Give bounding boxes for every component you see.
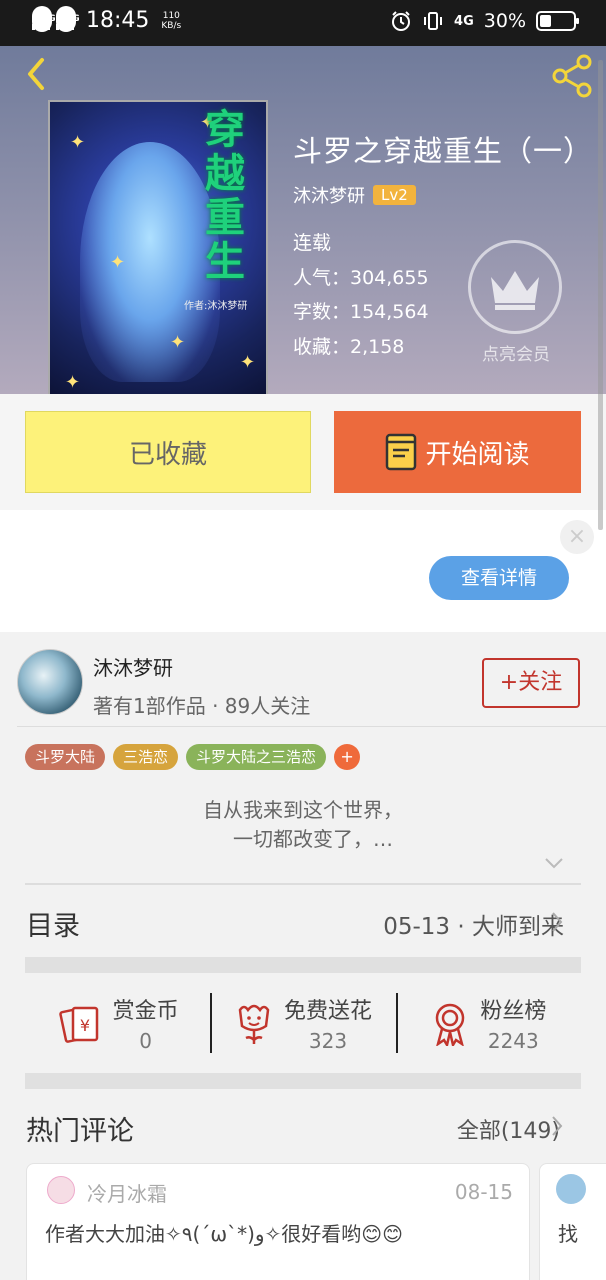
comment-date: 08-15 (454, 1180, 513, 1204)
add-tag-button[interactable]: + (334, 744, 361, 770)
battery-percent: 30% (483, 10, 526, 32)
commenter-avatar[interactable] (556, 1174, 586, 1204)
book-meta: 连载 人气：304,655 字数：154,564 收藏：2,158 (293, 226, 429, 364)
view-details-button[interactable]: 查看详情 (429, 556, 569, 600)
ad-banner: × 查看详情 (0, 510, 606, 632)
fan-ranking-stat[interactable]: 粉丝榜 2243 (395, 973, 581, 1073)
author-avatar[interactable] (17, 649, 83, 715)
start-reading-button[interactable]: 开始阅读 (334, 411, 581, 493)
share-icon[interactable] (548, 52, 596, 100)
alarm-icon (392, 11, 411, 31)
status-bar: 4GHD 2G 18:45 110 KB/s 4G 30% (0, 0, 606, 46)
comment-card[interactable]: 冷月冰霜 08-15 作者大大加油✧٩(ˊωˋ*)و✧很好看哟😊😊 (26, 1163, 530, 1280)
vip-label: 点亮会员 (482, 345, 550, 365)
start-reading-label: 开始阅读 (425, 439, 530, 470)
toc-title: 目录 (26, 911, 80, 942)
section-separator (25, 1073, 581, 1089)
vip-button[interactable]: 点亮会员 (468, 240, 564, 365)
speed-value: 110 (162, 10, 180, 21)
chevron-right-icon (552, 912, 563, 932)
favorites-count: 收藏：2,158 (293, 335, 405, 358)
medal-icon (436, 1003, 465, 1046)
author-section-name[interactable]: 沐沐梦研 (93, 652, 173, 681)
tag-item[interactable]: 斗罗大陆 (25, 744, 106, 770)
author-section: 沐沐梦研 著有1部作品 · 89人关注 +关注 斗罗大陆 三浩恋 斗罗大陆之三浩… (0, 632, 606, 887)
free-flowers-stat[interactable]: 免费送花 323 (210, 973, 395, 1073)
speed-unit: KB/s (161, 20, 182, 31)
description-line: 一切都改变了，… (233, 827, 393, 851)
stat-value: 323 (308, 1029, 348, 1053)
divider (17, 726, 606, 727)
book-icon (386, 433, 417, 471)
author-name[interactable]: 沐沐梦研 (293, 182, 365, 208)
red-envelope-icon: ¥ (58, 1006, 98, 1043)
author-info: 著有1部作品 · 89人关注 (93, 694, 311, 718)
follow-button[interactable]: +关注 (482, 658, 580, 708)
network-speed: 110 KB/s (161, 11, 181, 31)
comment-text: 找 (558, 1222, 578, 1246)
book-description[interactable]: 自从我来到这个世界， 一切都改变了，… (0, 796, 606, 854)
cover-title: 穿越重生 (198, 108, 244, 284)
comment-card[interactable]: 找 (539, 1163, 606, 1280)
reward-coins-stat[interactable]: ¥ 赏金币 0 (25, 973, 210, 1073)
stats-bar: ¥ 赏金币 0 免费送花 323 粉丝榜 2243 (25, 973, 581, 1073)
serial-status: 连载 (293, 232, 332, 254)
network-type-label: 4GHD (32, 5, 71, 32)
popularity: 人气：304,655 (293, 266, 429, 289)
word-count: 字数：154,564 (293, 301, 429, 323)
level-badge: Lv2 (373, 185, 416, 205)
comment-text: 作者大大加油✧٩(ˊωˋ*)و✧很好看哟😊😊 (45, 1222, 404, 1246)
commenter-name[interactable]: 冷月冰霜 (87, 1178, 167, 1207)
commenter-avatar[interactable] (47, 1176, 75, 1204)
book-header: ✦ ✦ ✦ ✦ ✦ ✦ 穿越重生 作者:沐沐梦研 斗罗之穿越重生（一） 沐沐梦研… (0, 46, 606, 394)
stat-label: 赏金币 (112, 999, 179, 1024)
stat-label: 免费送花 (283, 999, 372, 1024)
book-cover-image[interactable]: ✦ ✦ ✦ ✦ ✦ ✦ 穿越重生 作者:沐沐梦研 (48, 100, 268, 394)
close-ad-icon[interactable]: × (560, 520, 594, 554)
action-bar: 已收藏 开始阅读 (0, 394, 606, 510)
chevron-right-icon[interactable] (550, 1115, 564, 1137)
network-4g-label: 4G (454, 13, 474, 29)
stat-label: 粉丝榜 (480, 999, 547, 1024)
stat-value: 0 (139, 1029, 153, 1053)
stat-value: 2243 (487, 1029, 539, 1053)
network-type-label-2: 2G (56, 5, 80, 32)
tag-item[interactable]: 三浩恋 (113, 744, 179, 770)
description-line: 自从我来到这个世界， (203, 798, 403, 822)
book-title: 斗罗之穿越重生（一） (293, 134, 594, 168)
hot-comments-section: 热门评论 全部(149) 冷月冰霜 08-15 作者大大加油✧٩(ˊωˋ*)و✧… (0, 1089, 606, 1280)
tag-list: 斗罗大陆 三浩恋 斗罗大陆之三浩恋 + (25, 744, 361, 770)
all-comments-link[interactable]: 全部(149) (457, 1113, 560, 1145)
back-arrow-icon[interactable] (18, 54, 58, 94)
flower-icon (238, 1004, 270, 1044)
signal-icon: 4GHD (32, 5, 71, 32)
scrollbar[interactable] (598, 60, 603, 530)
cover-author: 作者:沐沐梦研 (184, 301, 248, 312)
latest-chapter: 05-13 · 大师到来 (383, 914, 564, 940)
signal-icon-2: 2G (56, 5, 80, 32)
collected-button[interactable]: 已收藏 (25, 411, 311, 493)
svg-text:¥: ¥ (80, 1016, 90, 1035)
hot-comments-title: 热门评论 (26, 1116, 134, 1147)
tag-item[interactable]: 斗罗大陆之三浩恋 (186, 744, 327, 770)
vibrate-icon (424, 12, 443, 30)
divider (25, 883, 581, 885)
table-of-contents-row[interactable]: 目录 05-13 · 大师到来 (0, 887, 606, 957)
chevron-down-icon[interactable] (544, 856, 564, 870)
clock: 18:45 (86, 8, 150, 33)
battery-icon (536, 11, 579, 31)
section-separator (25, 957, 581, 973)
crown-icon (491, 271, 539, 310)
author-line: 沐沐梦研 Lv2 (293, 182, 416, 208)
